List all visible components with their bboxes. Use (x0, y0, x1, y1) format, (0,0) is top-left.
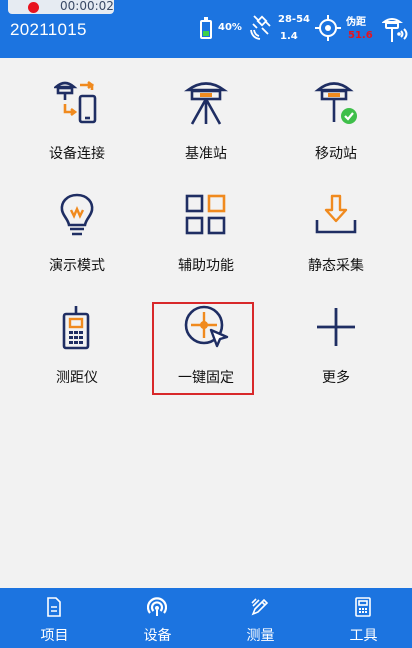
grid-item-rangefinder[interactable]: 测距仪 (17, 282, 137, 386)
grid-item-base-station[interactable]: 基准站 (146, 58, 266, 162)
nav-tab-project[interactable]: 项目 (3, 588, 106, 648)
nav-label: 工具 (349, 628, 378, 644)
battery-percent: 40% (218, 22, 242, 33)
grid-item-device-connect[interactable]: 设备连接 (17, 58, 137, 162)
device-signal-icon (147, 597, 167, 616)
rangefinder-icon (62, 306, 90, 350)
selection-highlight (152, 302, 254, 395)
grid-label: 基准站 (185, 146, 227, 162)
satellite-icon[interactable] (248, 14, 274, 42)
document-icon (47, 597, 61, 617)
survey-pen-icon (251, 598, 269, 616)
battery-icon (200, 17, 212, 39)
date-label: 20211015 (10, 20, 87, 39)
grid-label: 测距仪 (56, 370, 98, 386)
grid-item-auxiliary[interactable]: 辅助功能 (146, 170, 266, 274)
recording-time: 00:00:02 (60, 0, 114, 13)
nav-tab-survey[interactable]: 测量 (209, 588, 312, 648)
status-bar: 00:00:02 20211015 40% 28-54 1.4 伪距 51.6 (0, 0, 412, 58)
pseudorange-label: 伪距 (346, 17, 366, 28)
grid-item-rover[interactable]: 移动站 (276, 58, 396, 162)
bottom-nav: 项目 设备 测量 工具 (0, 588, 412, 648)
nav-label: 测量 (246, 628, 275, 644)
recording-indicator[interactable]: 00:00:02 (8, 0, 114, 14)
device-connect-icon (54, 80, 97, 124)
calculator-icon (355, 597, 371, 617)
precision-value: 1.4 (280, 31, 298, 42)
grid-label: 静态采集 (308, 258, 364, 274)
grid-squares-icon (185, 194, 226, 235)
grid-label: 设备连接 (49, 146, 105, 162)
grid-label: 移动站 (315, 146, 357, 162)
nav-tab-tools[interactable]: 工具 (312, 588, 412, 648)
grid-label: 辅助功能 (178, 258, 234, 274)
plus-icon (317, 308, 355, 346)
base-station-icon (183, 82, 229, 125)
pseudorange-value: 51.6 (348, 30, 373, 41)
recording-dot-icon (28, 2, 39, 13)
grid-label: 更多 (322, 370, 350, 386)
grid-item-static-collect[interactable]: 静态采集 (276, 170, 396, 274)
satellite-count: 28-54 (278, 14, 310, 25)
rover-icon (314, 82, 357, 124)
position-crosshair-icon[interactable] (314, 14, 342, 42)
receiver-radio-icon[interactable] (382, 14, 410, 44)
nav-label: 设备 (143, 628, 172, 644)
grid-item-demo-mode[interactable]: 演示模式 (17, 170, 137, 274)
grid-item-more[interactable]: 更多 (276, 282, 396, 386)
nav-tab-device[interactable]: 设备 (106, 588, 209, 648)
grid-label: 演示模式 (49, 258, 105, 274)
download-tray-icon (315, 194, 357, 234)
demo-bulb-icon (60, 193, 94, 236)
nav-label: 项目 (40, 628, 69, 644)
